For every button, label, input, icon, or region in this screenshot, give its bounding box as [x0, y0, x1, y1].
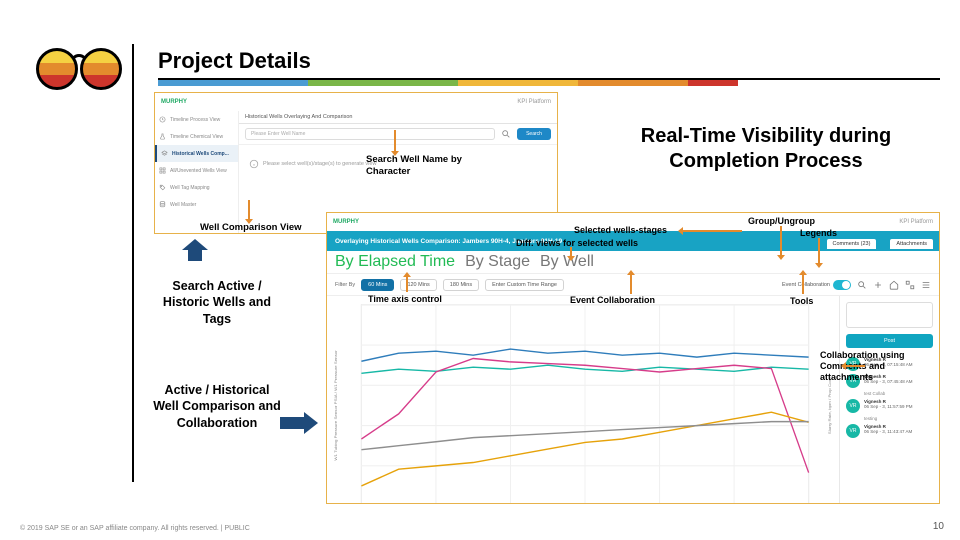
tag-icon [159, 184, 166, 191]
comment-item: Vignesh R06 Sep - 3, 07:15:48 AM [864, 357, 933, 371]
page-number: 10 [933, 521, 944, 532]
svg-text:Slurry Rate, bpm / Prop Conc: Slurry Rate, bpm / Prop Conc [827, 377, 832, 434]
comment-item: Vignesh R06 Sep - 3, 11:57:59 PM [864, 399, 933, 413]
app-brand: MURPHY [161, 99, 187, 105]
comment-item: Vignesh R06 Sep - 3, 11:43:47 AM [864, 424, 933, 438]
brand-bar-2 [308, 80, 458, 86]
search-icon[interactable] [501, 129, 511, 139]
tab-comments[interactable]: Comments (23) [827, 239, 877, 249]
view-mode[interactable]: By Elapsed Time [335, 253, 455, 271]
overlay-chart: W1 Tubing Pressure Sensor PSIA / W1 Pres… [327, 296, 839, 504]
sidebar-item[interactable]: Well Tag Mapping [155, 179, 238, 196]
callout-arrow-icon [818, 238, 820, 264]
callout-search-well: Search Well Name byCharacter [366, 154, 462, 178]
group-icon[interactable] [905, 280, 915, 290]
tab-attachments[interactable]: Attachments [890, 239, 933, 249]
event-collab-label: Event Collaboration [782, 282, 830, 288]
search-icon[interactable] [857, 280, 867, 290]
search-input[interactable]: Please Enter Well Name [245, 128, 495, 140]
brand-bar-4 [578, 80, 688, 86]
home-icon[interactable] [889, 280, 899, 290]
view-tab: Historical Wells Overlaying And Comparis… [239, 111, 557, 124]
filter-label: Filter By [335, 282, 355, 288]
plus-icon[interactable] [873, 280, 883, 290]
callout-arrow-icon [780, 226, 782, 256]
callout-arrow-icon [630, 274, 632, 294]
arrow-up-icon [176, 239, 214, 261]
avatar: VR [846, 424, 860, 438]
app-subtitle: KPI Platform [517, 99, 551, 105]
callout-arrow-icon [570, 247, 572, 257]
footer-copyright: © 2019 SAP SE or an SAP affiliate compan… [20, 525, 250, 532]
filter-60[interactable]: 60 Mins [361, 279, 394, 291]
sidebar-item-historical[interactable]: Historical Wells Comp... [155, 145, 238, 162]
sidebar-item[interactable]: Well Master [155, 196, 238, 213]
view-header: Overlaying Historical Wells Comparison: … [327, 231, 939, 251]
search-button[interactable]: Search [517, 128, 551, 140]
brand-bar-3 [458, 80, 578, 86]
flask-icon [159, 133, 166, 140]
callout-arrow-icon [845, 365, 865, 367]
comment-input[interactable] [846, 302, 933, 328]
callout-arrow-icon [394, 130, 396, 152]
avatar: VR [846, 374, 860, 388]
comment-item: Vignesh R06 Sep - 3, 07:45:48 AM [864, 374, 933, 388]
section-heading: Real-Time Visibility during Completion P… [596, 124, 936, 174]
view-mode[interactable]: By Stage [465, 253, 530, 271]
layers-icon [161, 150, 168, 157]
sidebar: Timeline Process View Timeline Chemical … [155, 111, 239, 233]
callout-arrow-icon [802, 274, 804, 294]
legend-icon[interactable] [921, 280, 931, 290]
screenshot-comparison-view: MURPHY KPI Platform Overlaying Historica… [326, 212, 940, 504]
filter-180[interactable]: 180 Mins [443, 279, 479, 291]
post-button[interactable]: Post [846, 334, 933, 348]
svg-text:W1 Tubing Pressure Sensor PSIA: W1 Tubing Pressure Sensor PSIA / W1 Pres… [333, 350, 338, 461]
info-icon [249, 159, 259, 169]
caption-search: Search Active / Historic Wells and Tags [152, 278, 282, 327]
callout-arrow-icon [682, 230, 742, 232]
app-brand: MURPHY [333, 219, 359, 225]
sidebar-item[interactable]: Timeline Chemical View [155, 128, 238, 145]
sidebar-item[interactable]: Timeline Process View [155, 111, 238, 128]
binoculars-icon [36, 48, 122, 92]
avatar: VR [846, 399, 860, 413]
brand-bar-1 [158, 80, 308, 86]
database-icon [159, 201, 166, 208]
callout-arrow-icon [406, 276, 408, 292]
event-collab-toggle[interactable] [833, 280, 851, 290]
vertical-divider [132, 44, 134, 482]
clock-icon [159, 116, 166, 123]
caption-comparison: Active / Historical Well Comparison and … [152, 382, 282, 431]
brand-bar-5 [688, 80, 738, 86]
sidebar-item[interactable]: All/Unevented Wells View [155, 162, 238, 179]
page-title: Project Details [158, 48, 311, 74]
avatar: VR [846, 357, 860, 371]
chart-title: Overlaying Historical Wells Comparison: … [335, 238, 562, 245]
filter-custom[interactable]: Enter Custom Time Range [485, 279, 564, 291]
app-subtitle: KPI Platform [899, 219, 933, 225]
grid-icon [159, 167, 166, 174]
arrow-right-icon [280, 412, 320, 434]
callout-arrow-icon [248, 200, 250, 220]
comments-panel: Post VR Vignesh R06 Sep - 3, 07:15:48 AM… [839, 296, 939, 504]
